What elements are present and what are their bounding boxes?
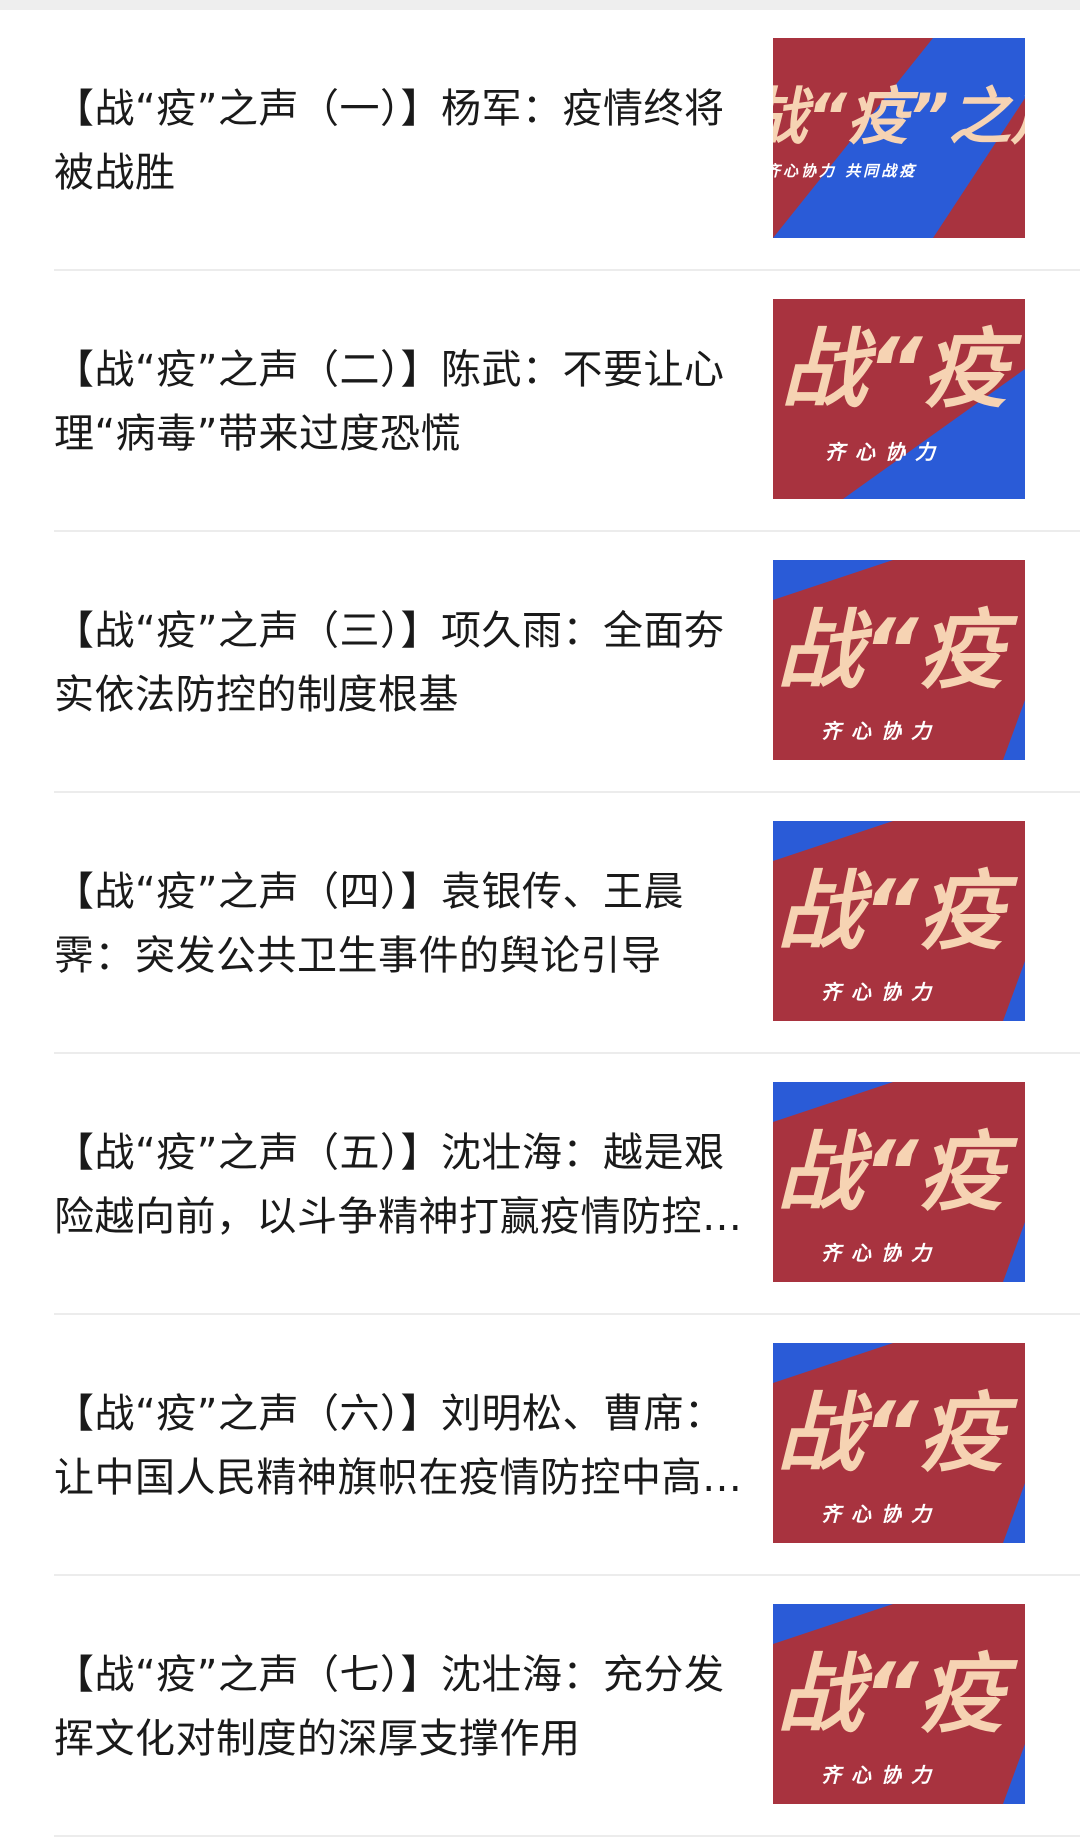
article-thumbnail[interactable]: 战“疫 齐心协力 [773,821,1025,1021]
article-thumbnail[interactable]: 战“疫 齐心协力 [773,1082,1025,1282]
thumb-headline: 战“疫 [781,320,1022,420]
article-title[interactable]: 【战“疫”之声（四）】袁银传、王晨霁：突发公共卫生事件的舆论引导 [54,793,744,1054]
thumbnail-graphic: 战“疫 齐心协力 [773,560,1025,760]
article-list: 【战“疫”之声（一）】杨军：疫情终将被战胜 战“疫”之声 齐心协力 共同战疫 【… [0,10,1080,1837]
article-title-text: 【战“疫”之声（四）】袁银传、王晨霁：突发公共卫生事件的舆论引导 [54,868,684,979]
thumb-headline: 战“疫 [777,1123,1018,1223]
article-thumbnail[interactable]: 战“疫 齐心协力 [773,1604,1025,1804]
divider [54,1835,1080,1837]
article-title[interactable]: 【战“疫”之声（二）】陈武：不要让心理“病毒”带来过度恐慌 [54,271,744,532]
list-item[interactable]: 【战“疫”之声（二）】陈武：不要让心理“病毒”带来过度恐慌 战“疫 齐心协力 [0,271,1080,532]
thumb-headline: 战“疫 [777,862,1018,962]
article-title[interactable]: 【战“疫”之声（六）】刘明松、曹席：让中国人民精神旗帜在疫情防控中高高飘扬 [54,1315,744,1576]
thumbnail-graphic: 战“疫 齐心协力 [773,299,1025,499]
article-title-text: 【战“疫”之声（三）】项久雨：全面夯实依法防控的制度根基 [54,607,725,718]
list-item[interactable]: 【战“疫”之声（六）】刘明松、曹席：让中国人民精神旗帜在疫情防控中高高飘扬 战“… [0,1315,1080,1576]
list-item[interactable]: 【战“疫”之声（一）】杨军：疫情终将被战胜 战“疫”之声 齐心协力 共同战疫 [0,10,1080,271]
thumb-tagline: 齐心协力 [821,719,941,743]
article-title-text: 【战“疫”之声（六）】刘明松、曹席：让中国人民精神旗帜在疫情防控中高高飘扬 [54,1390,743,1501]
article-title[interactable]: 【战“疫”之声（七）】沈壮海：充分发挥文化对制度的深厚支撑作用 [54,1576,744,1837]
thumb-tagline: 齐心协力 [821,1502,941,1526]
list-item[interactable]: 【战“疫”之声（三）】项久雨：全面夯实依法防控的制度根基 战“疫 齐心协力 [0,532,1080,793]
thumbnail-graphic: 战“疫”之声 齐心协力 共同战疫 [773,38,1025,238]
article-title-text: 【战“疫”之声（七）】沈壮海：充分发挥文化对制度的深厚支撑作用 [54,1651,725,1762]
article-title-text: 【战“疫”之声（五）】沈壮海：越是艰险越向前，以斗争精神打赢疫情防控阻击战 [54,1129,743,1240]
thumb-tagline: 齐心协力 [821,1241,941,1265]
thumb-tagline: 齐心协力 [825,440,945,464]
list-item[interactable]: 【战“疫”之声（四）】袁银传、王晨霁：突发公共卫生事件的舆论引导 战“疫 齐心协… [0,793,1080,1054]
top-edge [0,0,1080,10]
article-title-text: 【战“疫”之声（二）】陈武：不要让心理“病毒”带来过度恐慌 [54,346,725,457]
thumb-headline: 战“疫 [777,1645,1018,1745]
article-title[interactable]: 【战“疫”之声（一）】杨军：疫情终将被战胜 [54,10,744,271]
thumb-tagline: 齐心协力 共同战疫 [773,162,917,180]
article-title[interactable]: 【战“疫”之声（五）】沈壮海：越是艰险越向前，以斗争精神打赢疫情防控阻击战 [54,1054,744,1315]
article-thumbnail[interactable]: 战“疫”之声 齐心协力 共同战疫 [773,38,1025,238]
article-title[interactable]: 【战“疫”之声（三）】项久雨：全面夯实依法防控的制度根基 [54,532,744,793]
thumb-tagline: 齐心协力 [821,980,941,1004]
list-item[interactable]: 【战“疫”之声（七）】沈壮海：充分发挥文化对制度的深厚支撑作用 战“疫 齐心协力 [0,1576,1080,1837]
thumbnail-graphic: 战“疫 齐心协力 [773,1082,1025,1282]
article-thumbnail[interactable]: 战“疫 齐心协力 [773,1343,1025,1543]
thumbnail-graphic: 战“疫 齐心协力 [773,821,1025,1021]
thumbnail-graphic: 战“疫 齐心协力 [773,1604,1025,1804]
article-title-text: 【战“疫”之声（一）】杨军：疫情终将被战胜 [54,85,725,196]
thumb-tagline: 齐心协力 [821,1763,941,1787]
article-thumbnail[interactable]: 战“疫 齐心协力 [773,299,1025,499]
thumbnail-graphic: 战“疫 齐心协力 [773,1343,1025,1543]
thumb-headline: 战“疫 [777,1384,1018,1484]
article-thumbnail[interactable]: 战“疫 齐心协力 [773,560,1025,760]
list-item[interactable]: 【战“疫”之声（五）】沈壮海：越是艰险越向前，以斗争精神打赢疫情防控阻击战 战“… [0,1054,1080,1315]
thumb-headline: 战“疫 [777,601,1018,701]
thumb-headline: 战“疫”之声 [773,80,1025,153]
